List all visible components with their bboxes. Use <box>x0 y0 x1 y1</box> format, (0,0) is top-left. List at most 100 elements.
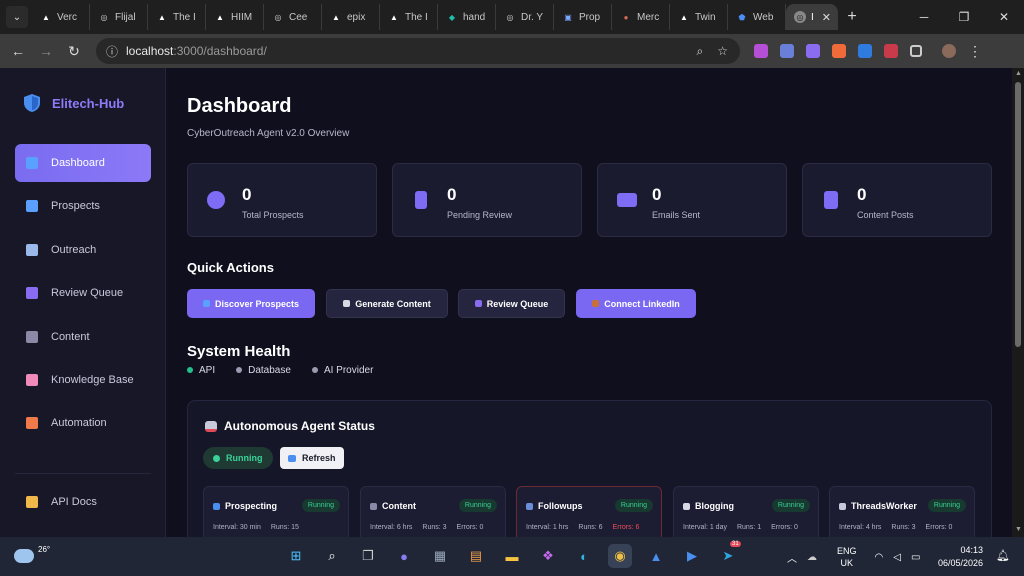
extension-icon[interactable] <box>754 44 768 58</box>
notification-bell-icon[interactable]: 🔔︎ <box>996 549 1010 562</box>
sidebar-item-knowledge-base[interactable]: Knowledge Base <box>15 361 151 399</box>
sidebar-item-content[interactable]: Content <box>15 318 151 356</box>
status-badge: Running <box>301 499 340 512</box>
agent-status-panel: Autonomous Agent Status Running Refresh … <box>187 400 992 537</box>
weather-widget[interactable]: 26° <box>14 545 50 563</box>
language-indicator[interactable]: ENG UK <box>837 545 857 569</box>
telegram-icon[interactable]: ➤ 31 <box>716 541 741 568</box>
favicon-icon: ▲ <box>390 12 398 22</box>
wifi-icon[interactable]: ◠ <box>875 552 884 563</box>
forward-button[interactable]: → <box>32 43 60 59</box>
browser-tab[interactable]: ▲ Twin <box>670 4 728 30</box>
battery-icon[interactable]: ▭ <box>911 552 920 563</box>
extension-icon[interactable] <box>858 44 872 58</box>
worker-card-threadsworker[interactable]: ThreadsWorker Running Interval: 4 hrs Runs:… <box>829 486 975 537</box>
calculator-icon[interactable]: ▦ <box>428 544 452 568</box>
worker-card-content[interactable]: Content Running Interval: 6 hrs Runs: 3 Erro… <box>360 486 506 537</box>
address-bar[interactable]: ⓘ localhost :3000/dashboard/ ⌕ ☆ <box>96 38 740 64</box>
refresh-label: Refresh <box>302 453 336 463</box>
close-window-button[interactable]: ✕ <box>984 10 1024 24</box>
discover-prospects-button[interactable]: Discover Prospects <box>187 289 315 318</box>
stat-card: 0 Total Prospects <box>187 163 377 237</box>
browser-toolbar: ← → ↻ ⓘ localhost :3000/dashboard/ ⌕ ☆ ⋮ <box>0 34 1024 68</box>
minimize-button[interactable]: ─ <box>904 10 944 24</box>
volume-icon[interactable]: ◁ <box>893 552 901 563</box>
agent-running-label: Running <box>226 453 263 463</box>
browser-menu-icon[interactable]: ⋮ <box>968 43 982 60</box>
browser-tab[interactable]: ◎ Dr. Y <box>496 4 554 30</box>
sidebar-item-review-queue[interactable]: Review Queue <box>15 274 151 312</box>
browser-tab[interactable]: ▲ HIIM <box>206 4 264 30</box>
sidebar-item-label: Content <box>51 331 90 343</box>
task-view-icon[interactable]: ❐ <box>356 544 380 568</box>
search-icon[interactable]: ⌕ <box>320 544 344 568</box>
health-label: API <box>199 365 216 376</box>
reload-button[interactable]: ↻ <box>60 43 88 60</box>
sidebar-item-outreach[interactable]: Outreach <box>15 231 151 269</box>
page-scrollbar[interactable]: ▲ ▼ <box>1012 68 1024 537</box>
brand[interactable]: Elitech-Hub <box>24 94 124 112</box>
refresh-icon <box>288 454 296 462</box>
browser-tab[interactable]: ◎ Cee <box>264 4 322 30</box>
clock[interactable]: 04:13 06/05/2026 <box>938 544 983 570</box>
new-tab-button[interactable]: + <box>838 8 866 26</box>
worker-card-followups[interactable]: Followups Running Interval: 1 hrs Runs: 6 Er… <box>516 486 662 537</box>
worker-interval: Interval: 1 day <box>683 524 727 531</box>
browser-tab[interactable]: ▲ Verc <box>32 4 90 30</box>
copilot-icon[interactable]: ❖ <box>536 544 560 568</box>
tab-search-button[interactable]: ⌄ <box>6 6 28 28</box>
browser-tab[interactable]: ● Merc <box>612 4 670 30</box>
browser-tab[interactable]: ◎ Flijal <box>90 4 148 30</box>
browser-tab[interactable]: ▣ Prop <box>554 4 612 30</box>
scroll-down-icon[interactable]: ▼ <box>1015 526 1022 533</box>
puzzle-icon[interactable] <box>910 45 922 57</box>
close-tab-icon[interactable]: ✕ <box>822 11 831 24</box>
favicon-icon: ▲ <box>680 12 688 22</box>
app-a-icon[interactable]: ▲ <box>644 544 668 568</box>
browser-tab[interactable]: ▲ epix <box>322 4 380 30</box>
browser-tab[interactable]: ▲ The I <box>148 4 206 30</box>
worker-card-prospecting[interactable]: Prospecting Running Interval: 30 min Runs: … <box>203 486 349 537</box>
chevron-up-icon[interactable]: ︿ <box>787 550 797 565</box>
meet-icon[interactable]: ● <box>392 544 416 568</box>
scrollbar-thumb[interactable] <box>1015 82 1021 347</box>
extension-icon[interactable] <box>884 44 898 58</box>
start-icon[interactable]: ⊞ <box>284 544 308 568</box>
browser-tab[interactable]: ▲ The I <box>380 4 438 30</box>
tab-title: I <box>811 11 814 23</box>
bookmark-star-icon[interactable]: ☆ <box>717 44 728 59</box>
sidebar-item-api-docs[interactable]: API Docs <box>15 483 151 521</box>
site-info-icon[interactable]: ⓘ <box>106 43 118 60</box>
extension-icon[interactable] <box>832 44 846 58</box>
network-alert-icon[interactable]: ☁ <box>807 552 817 563</box>
maximize-button[interactable]: ❐ <box>944 10 984 24</box>
scroll-up-icon[interactable]: ▲ <box>1015 70 1022 77</box>
clock-icon <box>26 417 38 429</box>
file-explorer-icon[interactable]: ▬ <box>500 544 524 568</box>
edge-icon[interactable]: ◐ <box>572 544 596 568</box>
favicon-icon: ▲ <box>158 12 166 22</box>
tab-title: Prop <box>579 11 601 23</box>
profile-avatar[interactable] <box>942 44 956 58</box>
worker-interval: Interval: 30 min <box>213 524 261 531</box>
zoom-icon[interactable]: ⌕ <box>697 44 704 59</box>
connect-linkedin-button[interactable]: Connect LinkedIn <box>576 289 696 318</box>
browser-tab[interactable]: ⬟ Web <box>728 4 786 30</box>
extension-icon[interactable] <box>806 44 820 58</box>
tab-active[interactable]: ◎ I ✕ <box>786 4 838 30</box>
favicon-icon: ⬟ <box>738 12 746 22</box>
sidebar-item-label: Outreach <box>51 244 97 256</box>
sidebar-item-automation[interactable]: Automation <box>15 404 151 442</box>
terminal-icon[interactable]: ▶ <box>680 544 704 568</box>
generate-content-button[interactable]: Generate Content <box>326 289 448 318</box>
extension-icon[interactable] <box>780 44 794 58</box>
worker-card-blogging[interactable]: Blogging Running Interval: 1 day Runs: 1 Err… <box>673 486 819 537</box>
back-button[interactable]: ← <box>4 43 32 59</box>
store-icon[interactable]: ▤ <box>464 544 488 568</box>
sidebar-item-prospects[interactable]: Prospects <box>15 187 151 225</box>
sidebar-item-dashboard[interactable]: Dashboard <box>15 144 151 182</box>
chrome-icon[interactable]: ◉ <box>608 544 632 568</box>
browser-tab[interactable]: ◆ hand <box>438 4 496 30</box>
refresh-button[interactable]: Refresh <box>280 447 344 469</box>
review-queue-button[interactable]: Review Queue <box>458 289 565 318</box>
